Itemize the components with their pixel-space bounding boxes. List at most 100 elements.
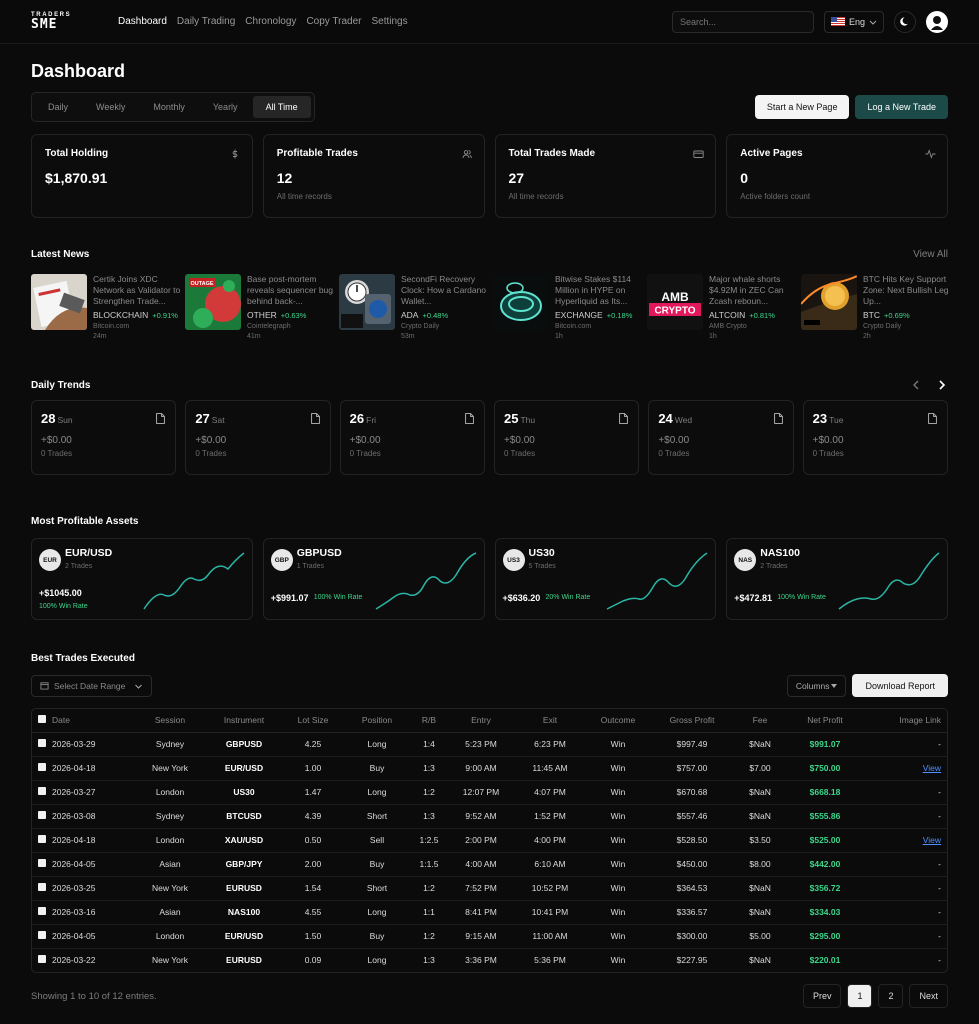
prev-arrow-button[interactable] bbox=[910, 379, 922, 391]
table-row: 2026-03-16 Asian NAS100 4.55 Long 1:1 8:41 PM 1… bbox=[32, 900, 947, 925]
nav-link-chronology[interactable]: Chronology bbox=[245, 16, 296, 27]
page-2-button[interactable]: 2 bbox=[878, 984, 904, 1008]
view-all-news-link[interactable]: View All bbox=[913, 249, 948, 260]
avatar[interactable] bbox=[926, 10, 948, 33]
day-card[interactable]: 23 Tue +$0.00 0 Trades bbox=[802, 400, 948, 475]
column-header-net-profit[interactable]: Net Profit bbox=[788, 709, 862, 733]
stat-card-active-pages: Active Pages 0 Active folders count bbox=[726, 134, 948, 218]
row-checkbox[interactable] bbox=[38, 811, 46, 819]
nav-link-daily-trading[interactable]: Daily Trading bbox=[177, 16, 235, 27]
row-checkbox[interactable] bbox=[38, 859, 46, 867]
column-header-session[interactable]: Session bbox=[136, 709, 204, 733]
cell-session: Asian bbox=[136, 900, 204, 925]
cell-instrument: EUR/USD bbox=[204, 924, 284, 949]
row-checkbox[interactable] bbox=[38, 907, 46, 915]
view-image-link[interactable]: View bbox=[923, 763, 941, 773]
news-item[interactable]: BTC Hits Key Support Zone: Next Bullish … bbox=[801, 274, 955, 354]
theme-toggle-button[interactable] bbox=[894, 10, 916, 33]
select-all-checkbox[interactable] bbox=[38, 715, 46, 724]
column-header-image-link[interactable]: Image Link bbox=[862, 709, 947, 733]
tab-daily[interactable]: Daily bbox=[35, 96, 81, 118]
cell-outcome: Win bbox=[584, 804, 652, 829]
asset-card-nas[interactable]: NAS NAS100 2 Trades +$472.81 100% Win Rate bbox=[726, 538, 948, 620]
column-header-entry[interactable]: Entry bbox=[446, 709, 516, 733]
asset-card-us3[interactable]: US3 US30 5 Trades +$636.20 20% Win Rate bbox=[494, 538, 717, 620]
news-time: 1h bbox=[709, 333, 717, 340]
day-card[interactable]: 26 Fri +$0.00 0 Trades bbox=[339, 400, 485, 475]
next-page-button[interactable]: Next bbox=[909, 984, 948, 1008]
logo[interactable]: TRADERS SME bbox=[31, 12, 87, 31]
day-card[interactable]: 27 Sat +$0.00 0 Trades bbox=[185, 400, 331, 475]
tab-weekly[interactable]: Weekly bbox=[83, 96, 138, 118]
column-header-position[interactable]: Position bbox=[342, 709, 412, 733]
news-body: SecondFi Recovery Clock: How a Cardano W… bbox=[401, 274, 493, 354]
table-row: 2026-04-18 New York EUR/USD 1.00 Buy 1:3 9:00 … bbox=[32, 756, 947, 781]
news-item[interactable]: SecondFi Recovery Clock: How a Cardano W… bbox=[339, 274, 493, 354]
news-list: Certik Joins XDC Network as Validator to… bbox=[31, 274, 949, 354]
cell-outcome: Win bbox=[584, 924, 652, 949]
day-card[interactable]: 25 Thu +$0.00 0 Trades bbox=[493, 400, 640, 475]
column-header-outcome[interactable]: Outcome bbox=[584, 709, 652, 733]
row-checkbox[interactable] bbox=[38, 883, 46, 891]
language-selector[interactable]: Eng bbox=[823, 10, 884, 33]
download-report-button[interactable]: Download Report bbox=[852, 674, 948, 697]
news-item[interactable]: Certik Joins XDC Network as Validator to… bbox=[31, 274, 185, 354]
nav-link-settings[interactable]: Settings bbox=[371, 16, 407, 27]
cell-date: 2026-03-25 bbox=[52, 876, 136, 901]
page-1-button[interactable]: 1 bbox=[847, 984, 873, 1008]
column-header-fee[interactable]: Fee bbox=[732, 709, 788, 733]
news-source: Crypto Daily bbox=[863, 323, 902, 330]
news-item[interactable]: Bitwise Stakes $114 Million in HYPE on H… bbox=[493, 274, 647, 354]
nav-link-copy-trader[interactable]: Copy Trader bbox=[306, 16, 361, 27]
column-header-gross-profit[interactable]: Gross Profit bbox=[652, 709, 732, 733]
nav-link-dashboard[interactable]: Dashboard bbox=[118, 16, 167, 27]
day-card[interactable]: 24 Wed +$0.00 0 Trades bbox=[648, 400, 794, 475]
search-input[interactable] bbox=[671, 10, 814, 33]
prev-page-button[interactable]: Prev bbox=[802, 984, 842, 1008]
tab-yearly[interactable]: Yearly bbox=[200, 96, 251, 118]
row-checkbox[interactable] bbox=[38, 763, 46, 771]
next-arrow-button[interactable] bbox=[936, 379, 948, 391]
columns-button[interactable]: Columns bbox=[786, 674, 847, 697]
tab-all-time[interactable]: All Time bbox=[252, 96, 311, 118]
day-card[interactable]: 28 Sun +$0.00 0 Trades bbox=[31, 400, 177, 475]
news-body: Base post-mortem reveals sequencer bug b… bbox=[247, 274, 339, 354]
table-row: 2026-04-18 London XAU/USD 0.50 Sell 1:2.5 2:00… bbox=[32, 828, 947, 853]
column-header-lot-size[interactable]: Lot Size bbox=[284, 709, 342, 733]
column-header-exit[interactable]: Exit bbox=[516, 709, 584, 733]
news-item[interactable]: AMB CRYPTO Major whale shorts $4.92M in ZE… bbox=[647, 274, 801, 354]
row-select-cell bbox=[32, 828, 52, 853]
column-header-instrument[interactable]: Instrument bbox=[204, 709, 284, 733]
stat-label: Total Trades Made bbox=[508, 148, 596, 159]
cell-r-b: 1:3 bbox=[423, 955, 435, 966]
news-item[interactable]: OUTAGE Base post-mortem reveals sequencer… bbox=[185, 274, 339, 354]
row-checkbox[interactable] bbox=[38, 787, 46, 795]
cell-lot-size: 1.50 bbox=[284, 924, 342, 949]
stat-card-total-trades-made: Total Trades Made 27 All time records bbox=[494, 134, 717, 218]
cell-net-profit: $525.00 bbox=[788, 828, 862, 853]
column-header-r-b[interactable]: R/B bbox=[412, 709, 446, 733]
cell-gross-profit: $757.00 bbox=[652, 756, 732, 781]
cell-lot-size: 1.47 bbox=[284, 780, 342, 805]
cell-date: 2026-04-18 bbox=[52, 828, 136, 853]
view-image-link[interactable]: View bbox=[923, 835, 941, 845]
cell-net-profit: $295.00 bbox=[788, 924, 862, 949]
trends-title: Daily Trends bbox=[31, 379, 91, 391]
asset-card-eur[interactable]: EUR EUR/USD 2 Trades +$1045.00 100% Win Rate bbox=[31, 538, 253, 620]
row-checkbox[interactable] bbox=[38, 835, 46, 843]
news-category: BLOCKCHAIN bbox=[93, 310, 149, 320]
cell-outcome: Win bbox=[584, 900, 652, 925]
cell-instrument: NAS100 bbox=[204, 900, 284, 925]
row-checkbox[interactable] bbox=[38, 739, 46, 747]
cell-fee: $7.00 bbox=[732, 756, 788, 781]
tab-monthly[interactable]: Monthly bbox=[140, 96, 198, 118]
cell-entry: 9:52 AM bbox=[446, 804, 516, 829]
start-new-page-button[interactable]: Start a New Page bbox=[754, 95, 850, 119]
row-checkbox[interactable] bbox=[38, 955, 46, 964]
cell-net-profit: $356.72 bbox=[788, 876, 862, 901]
asset-card-gbp[interactable]: GBP GBPUSD 1 Trades +$991.07 100% Win Rate bbox=[262, 538, 485, 620]
log-new-trade-button[interactable]: Log a New Trade bbox=[855, 95, 948, 119]
row-checkbox[interactable] bbox=[38, 931, 46, 939]
date-range-picker[interactable]: Select Date Range bbox=[31, 674, 153, 697]
column-header-date[interactable]: Date bbox=[52, 709, 136, 733]
